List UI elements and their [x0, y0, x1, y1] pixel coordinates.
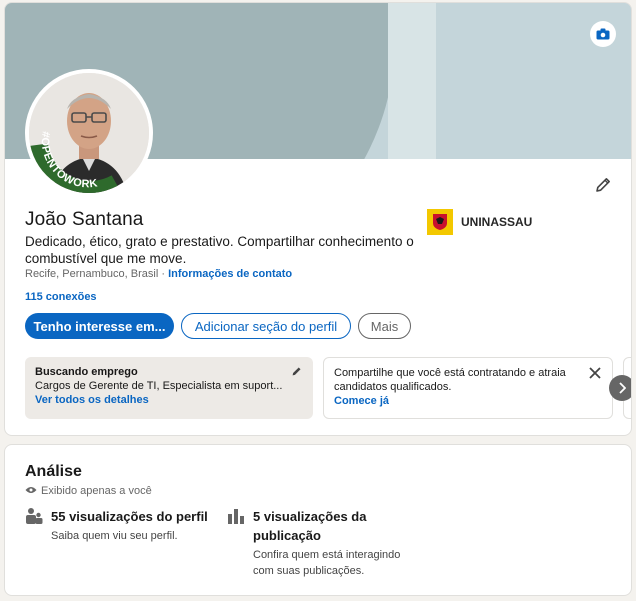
education-entry[interactable]: UNINASSAU: [427, 209, 532, 235]
connections-link[interactable]: 115 conexões: [25, 291, 97, 303]
post-impressions-metric[interactable]: 5 visualizações da publicação Confira qu…: [227, 507, 417, 579]
private-to-you-note: Exibido apenas a você: [25, 485, 152, 497]
profile-name: João Santana: [25, 209, 144, 230]
education-name: UNINASSAU: [461, 215, 533, 229]
profile-avatar[interactable]: #OPENTOWORK: [25, 69, 153, 197]
carousel-next-chevron-icon[interactable]: [609, 375, 631, 401]
edit-open-to-work-pencil-icon[interactable]: [290, 365, 303, 383]
eye-icon: [25, 485, 37, 497]
bar-chart-icon: [227, 507, 245, 579]
opentowork-label: #OPENTOWORK: [39, 130, 98, 190]
profile-location: Recife, Pernambuco, Brasil ·: [25, 268, 165, 280]
private-note-text: Exibido apenas a você: [41, 485, 152, 497]
analytics-title: Análise: [25, 463, 82, 480]
start-now-link[interactable]: Comece já: [334, 394, 602, 408]
close-icon[interactable]: [589, 366, 601, 384]
profile-headline: Dedicado, ético, grato e prestativo. Com…: [25, 234, 414, 266]
profile-views-metric[interactable]: 55 visualizações do perfil Saiba quem vi…: [25, 507, 225, 544]
contact-info-link[interactable]: Informações de contato: [168, 268, 292, 280]
profile-views-subtitle: Saiba quem viu seu perfil.: [51, 530, 178, 542]
hiring-text: Compartilhe que você está contratando e …: [334, 367, 566, 393]
edit-banner-camera-icon[interactable]: [590, 21, 616, 47]
post-impressions-title: 5 visualizações da publicação: [253, 509, 367, 543]
see-all-details-link[interactable]: Ver todos os detalhes: [35, 393, 303, 407]
people-icon: [25, 507, 43, 544]
profile-views-title: 55 visualizações do perfil: [51, 509, 208, 524]
opentowork-frame: #OPENTOWORK: [39, 130, 99, 190]
open-to-work-roles: Cargos de Gerente de TI, Especialista em…: [35, 380, 283, 392]
analytics-card: Análise Exibido apenas a você 55 visuali…: [4, 444, 632, 596]
profile-card: #OPENTOWORK João Santana Dedicado, ético…: [4, 2, 632, 436]
university-logo-icon: [427, 209, 453, 235]
hiring-card[interactable]: Compartilhe que você está contratando e …: [323, 357, 613, 419]
profile-location-line: Recife, Pernambuco, Brasil · Informações…: [25, 268, 292, 280]
open-to-work-card[interactable]: Buscando emprego Cargos de Gerente de TI…: [25, 357, 313, 419]
open-to-work-title: Buscando emprego: [35, 366, 138, 378]
more-button[interactable]: Mais: [358, 313, 411, 339]
post-impressions-subtitle: Confira quem está interagindo com suas p…: [253, 549, 401, 577]
profile-actions: Tenho interesse em... Adicionar seção do…: [25, 313, 411, 339]
svg-text:#OPENTOWORK: #OPENTOWORK: [39, 130, 99, 190]
add-profile-section-button[interactable]: Adicionar seção do perfil: [181, 313, 351, 339]
open-to-button[interactable]: Tenho interesse em...: [25, 313, 174, 339]
edit-profile-pencil-icon[interactable]: [593, 175, 613, 195]
